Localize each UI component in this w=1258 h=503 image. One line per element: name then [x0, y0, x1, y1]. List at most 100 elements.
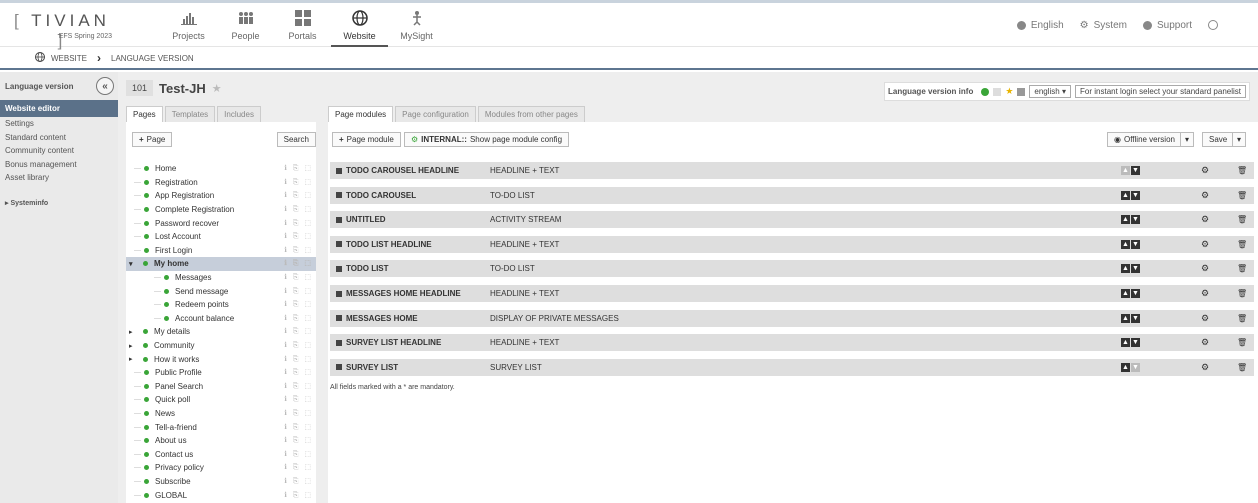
offline-version-button[interactable]: ◉ Offline version: [1107, 132, 1182, 147]
move-up-icon[interactable]: ▲: [1121, 338, 1130, 348]
move-down-icon[interactable]: ▼: [1131, 264, 1140, 274]
row-actions-icon[interactable]: ℹ ⎘ ⬚: [284, 300, 313, 309]
row-actions-icon[interactable]: ℹ ⎘ ⬚: [284, 477, 313, 486]
trash-icon[interactable]: 🗑: [1237, 240, 1247, 249]
caret-right-icon[interactable]: ▸: [129, 328, 137, 336]
save-button[interactable]: Save: [1202, 132, 1235, 147]
tree-item[interactable]: ▸ My details ℹ ⎘ ⬚: [126, 325, 316, 339]
tree-item[interactable]: ▾ My home ℹ ⎘ ⬚: [126, 257, 316, 271]
move-down-icon[interactable]: ▼: [1131, 338, 1140, 348]
trash-icon[interactable]: 🗑: [1237, 215, 1247, 224]
tree-item[interactable]: — Password recover ℹ ⎘ ⬚: [126, 216, 316, 230]
tivian-logo[interactable]: [ TIVIAN ] EFS Spring 2023: [12, 11, 112, 50]
row-actions-icon[interactable]: ℹ ⎘ ⬚: [284, 287, 313, 296]
move-up-icon[interactable]: ▲: [1121, 362, 1130, 372]
row-actions-icon[interactable]: ℹ ⎘ ⬚: [284, 463, 313, 472]
tree-item[interactable]: — Account balance ℹ ⎘ ⬚: [126, 312, 316, 326]
gear-icon[interactable]: ⚙: [1201, 337, 1209, 348]
tab-page-configuration[interactable]: Page configuration: [395, 106, 476, 123]
language-menu[interactable]: English: [1016, 20, 1064, 31]
tree-item[interactable]: — Redeem points ℹ ⎘ ⬚: [126, 298, 316, 312]
star-icon[interactable]: ★: [212, 82, 222, 95]
tab-templates[interactable]: Templates: [164, 106, 216, 123]
gear-icon[interactable]: ⚙: [1201, 214, 1209, 225]
tree-item[interactable]: — Messages ℹ ⎘ ⬚: [126, 271, 316, 285]
move-up-icon[interactable]: ▲: [1121, 289, 1130, 298]
gear-icon[interactable]: ⚙: [1201, 362, 1209, 373]
module-row[interactable]: SURVEY LIST SURVEY LIST ▲ ▼ ⚙ 🗑: [330, 358, 1254, 376]
row-actions-icon[interactable]: ℹ ⎘ ⬚: [284, 423, 313, 432]
offline-dropdown-button[interactable]: ▾: [1180, 132, 1195, 147]
sidebar-item-community-content[interactable]: Community content: [0, 144, 118, 158]
move-down-icon[interactable]: ▼: [1131, 190, 1140, 200]
row-actions-icon[interactable]: ℹ ⎘ ⬚: [284, 219, 313, 228]
expand-icon[interactable]: [336, 339, 342, 346]
gear-icon[interactable]: ⚙: [1201, 239, 1209, 250]
module-row[interactable]: TODO LIST TO-DO LIST ▲ ▼ ⚙ 🗑: [330, 260, 1254, 278]
gear-icon[interactable]: ⚙: [1201, 190, 1209, 201]
move-up-icon[interactable]: ▲: [1121, 264, 1130, 274]
tree-item[interactable]: — Subscribe ℹ ⎘ ⬚: [126, 475, 316, 489]
row-actions-icon[interactable]: ℹ ⎘ ⬚: [284, 246, 313, 255]
module-row[interactable]: SURVEY LIST HEADLINE HEADLINE + TEXT ▲ ▼ ⚙ 🗑: [330, 334, 1254, 352]
nav-projects[interactable]: Projects: [160, 3, 217, 47]
caret-right-icon[interactable]: ▸: [129, 342, 137, 350]
move-up-icon[interactable]: ▲: [1121, 215, 1130, 225]
add-page-module-button[interactable]: + Page module: [332, 132, 401, 147]
trash-icon[interactable]: 🗑: [1237, 338, 1247, 347]
row-actions-icon[interactable]: ℹ ⎘ ⬚: [284, 314, 313, 323]
tree-item[interactable]: — Privacy policy ℹ ⎘ ⬚: [126, 461, 316, 475]
caret-right-icon[interactable]: ▸: [129, 355, 137, 363]
sidebar-item-standard-content[interactable]: Standard content: [0, 131, 118, 145]
breadcrumb-website[interactable]: WEBSITE: [51, 54, 87, 63]
tree-item[interactable]: — News ℹ ⎘ ⬚: [126, 407, 316, 421]
row-actions-icon[interactable]: ℹ ⎘ ⬚: [284, 355, 313, 364]
trash-icon[interactable]: 🗑: [1237, 166, 1247, 175]
move-down-icon[interactable]: ▼: [1131, 215, 1140, 225]
row-actions-icon[interactable]: ℹ ⎘ ⬚: [284, 382, 313, 391]
instant-login-input[interactable]: For instant login select your standard p…: [1075, 85, 1246, 98]
move-up-icon[interactable]: ▲: [1121, 313, 1130, 323]
tree-item[interactable]: — Registration ℹ ⎘ ⬚: [126, 176, 316, 190]
gear-icon[interactable]: ⚙: [1201, 313, 1209, 324]
tab-modules-from-other-pages[interactable]: Modules from other pages: [477, 106, 585, 123]
gear-icon[interactable]: ⚙: [1201, 263, 1209, 274]
tree-item[interactable]: — Tell-a-friend ℹ ⎘ ⬚: [126, 420, 316, 434]
tab-pages[interactable]: Pages: [126, 106, 163, 123]
tab-includes[interactable]: Includes: [217, 106, 261, 123]
collapse-sidebar-button[interactable]: «: [96, 77, 114, 95]
tree-item[interactable]: — Lost Account ℹ ⎘ ⬚: [126, 230, 316, 244]
tab-page-modules[interactable]: Page modules: [328, 106, 394, 123]
trash-icon[interactable]: 🗑: [1237, 264, 1247, 273]
gear-icon[interactable]: ⚙: [1201, 165, 1209, 176]
add-page-button[interactable]: + Page: [132, 132, 173, 147]
row-actions-icon[interactable]: ℹ ⎘ ⬚: [284, 191, 313, 200]
tree-item[interactable]: — App Registration ℹ ⎘ ⬚: [126, 189, 316, 203]
nav-portals[interactable]: Portals: [274, 3, 331, 47]
sidebar-item-settings[interactable]: Settings: [0, 117, 118, 131]
move-down-icon[interactable]: ▼: [1131, 166, 1140, 175]
move-down-icon[interactable]: ▼: [1131, 362, 1140, 372]
nav-people[interactable]: People: [217, 3, 274, 47]
save-dropdown-button[interactable]: ▾: [1232, 132, 1247, 147]
tree-item[interactable]: — Complete Registration ℹ ⎘ ⬚: [126, 203, 316, 217]
module-row[interactable]: MESSAGES HOME HEADLINE HEADLINE + TEXT ▲ ▼ ⚙…: [330, 285, 1254, 302]
expand-icon[interactable]: [336, 290, 342, 297]
nav-website[interactable]: Website: [331, 3, 388, 47]
expand-icon[interactable]: [336, 265, 342, 272]
move-up-icon[interactable]: ▲: [1121, 166, 1130, 175]
sidebar-item-website-editor[interactable]: Website editor: [0, 100, 118, 117]
row-actions-icon[interactable]: ℹ ⎘ ⬚: [284, 205, 313, 214]
trash-icon[interactable]: 🗑: [1237, 191, 1247, 200]
move-down-icon[interactable]: ▼: [1131, 289, 1140, 298]
row-actions-icon[interactable]: ℹ ⎘ ⬚: [284, 450, 313, 459]
internal-config-button[interactable]: ⚙ INTERNAL:: Show page module config: [404, 132, 570, 147]
nav-mysight[interactable]: MySight: [388, 3, 445, 47]
row-actions-icon[interactable]: ℹ ⎘ ⬚: [284, 409, 313, 418]
tree-item[interactable]: — Panel Search ℹ ⎘ ⬚: [126, 380, 316, 394]
module-row[interactable]: TODO CAROUSEL TO-DO LIST ▲ ▼ ⚙ 🗑: [330, 186, 1254, 204]
module-row[interactable]: TODO LIST HEADLINE HEADLINE + TEXT ▲ ▼ ⚙ 🗑: [330, 235, 1254, 253]
tree-item[interactable]: — Quick poll ℹ ⎘ ⬚: [126, 393, 316, 407]
search-button[interactable]: Search: [276, 132, 316, 147]
system-menu[interactable]: ⚙ System: [1080, 20, 1127, 31]
